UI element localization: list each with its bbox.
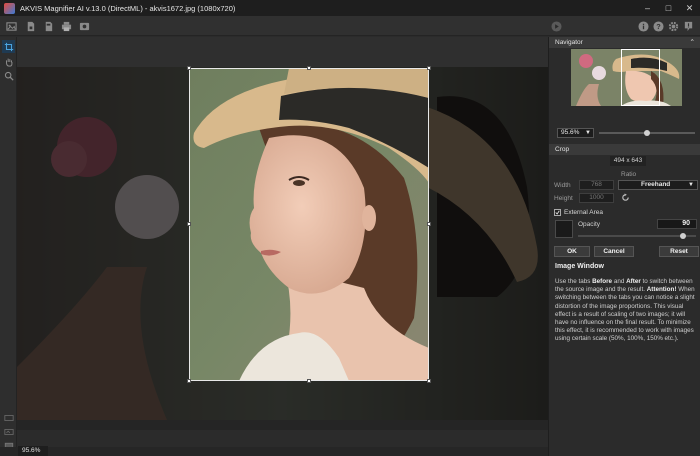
crop-title: Crop <box>555 146 570 153</box>
crop-handle-right[interactable] <box>427 222 431 226</box>
help-before: Before <box>592 278 613 285</box>
external-color-swatch[interactable] <box>555 220 573 238</box>
crop-handle-top-left[interactable] <box>187 66 191 70</box>
settings-gear-icon[interactable] <box>666 19 680 33</box>
navigator-header[interactable]: Navigator ⌃ <box>549 37 700 48</box>
help-icon[interactable]: ? <box>651 19 665 33</box>
batch-icon[interactable] <box>77 19 91 33</box>
crop-handle-left[interactable] <box>187 222 191 226</box>
crop-dimensions: 494 x 643 <box>610 156 646 166</box>
ratio-label: Ratio <box>621 171 637 178</box>
height-label: Height <box>554 195 573 202</box>
reset-button[interactable]: Reset <box>659 246 699 257</box>
zoom-value: 95.6% <box>561 129 580 136</box>
save-as-icon[interactable] <box>41 19 55 33</box>
navigator-view-frame[interactable] <box>621 49 660 106</box>
close-button[interactable]: ✕ <box>679 0 700 16</box>
save-file-icon[interactable] <box>23 19 37 33</box>
crop-header: Crop <box>549 144 700 155</box>
crop-tool-icon[interactable] <box>2 40 15 53</box>
ratio-dropdown[interactable]: Freehand ▼ <box>618 180 698 190</box>
ok-button[interactable]: OK <box>554 246 590 257</box>
maximize-button[interactable]: □ <box>658 0 679 16</box>
external-area-checkbox[interactable] <box>554 209 561 216</box>
help-attention: Attention! <box>646 286 677 294</box>
open-image-icon[interactable] <box>4 19 18 33</box>
status-bar <box>0 447 548 456</box>
collapse-icon[interactable]: ⌃ <box>690 37 695 48</box>
external-area-label: External Area <box>564 209 604 216</box>
opacity-slider[interactable] <box>578 235 696 237</box>
width-field[interactable]: 768 <box>579 180 614 190</box>
zoom-slider-knob[interactable] <box>644 130 650 136</box>
svg-text:?: ? <box>656 22 661 31</box>
crop-handle-top-right[interactable] <box>427 66 431 70</box>
help-and: and <box>613 278 625 285</box>
tools-panel <box>0 37 17 456</box>
status-zoom[interactable]: 95.6% <box>18 446 48 456</box>
opacity-field[interactable]: 90 <box>657 219 697 229</box>
crop-handle-bottom-right[interactable] <box>427 379 431 383</box>
hand-tool-icon[interactable] <box>2 55 15 68</box>
run-icon[interactable] <box>549 19 563 33</box>
title-bar: AKVIS Magnifier AI v.13.0 (DirectML) - a… <box>0 0 700 16</box>
navigator-title: Navigator <box>555 39 583 46</box>
crop-handle-bottom[interactable] <box>307 379 311 383</box>
app-logo-icon <box>4 2 15 14</box>
help-after: After <box>626 278 641 285</box>
settings-panel: Navigator ⌃ 95.6% ▼ Crop 494 x 643 Ratio… <box>548 37 700 456</box>
help-text-3: When switching between the tabs you can … <box>555 286 695 343</box>
window-controls: – □ ✕ <box>637 0 700 16</box>
help-text-1: Use the tabs <box>555 278 591 285</box>
main-toolbar: ? <box>0 16 700 36</box>
ratio-value: Freehand <box>641 181 671 188</box>
after-tab-icon[interactable] <box>2 425 15 438</box>
window-title: AKVIS Magnifier AI v.13.0 (DirectML) - a… <box>20 3 236 13</box>
minimize-button[interactable]: – <box>637 0 658 16</box>
image-window-help: Use the tabs Before and After to switch … <box>555 278 697 344</box>
horizontal-scrollbar[interactable] <box>17 420 548 430</box>
height-field[interactable]: 1000 <box>579 193 614 203</box>
crop-handle-top[interactable] <box>307 66 311 70</box>
print-icon[interactable] <box>59 19 73 33</box>
zoom-tool-icon[interactable] <box>2 69 15 82</box>
zoom-dropdown[interactable]: 95.6% ▼ <box>557 128 594 138</box>
news-icon[interactable] <box>681 19 695 33</box>
swap-orientation-icon[interactable] <box>621 193 630 202</box>
image-canvas[interactable] <box>17 37 548 420</box>
opacity-slider-knob[interactable] <box>680 233 686 239</box>
width-label: Width <box>554 182 571 189</box>
chevron-down-icon: ▼ <box>688 182 694 188</box>
info-icon[interactable] <box>636 19 650 33</box>
before-tab-icon[interactable] <box>2 411 15 424</box>
image-window-title: Image Window <box>555 263 604 270</box>
crop-frame[interactable] <box>189 68 429 381</box>
opacity-label: Opacity <box>578 221 601 228</box>
chevron-down-icon: ▼ <box>585 130 591 136</box>
crop-handle-bottom-left[interactable] <box>187 379 191 383</box>
cancel-button[interactable]: Cancel <box>594 246 634 257</box>
